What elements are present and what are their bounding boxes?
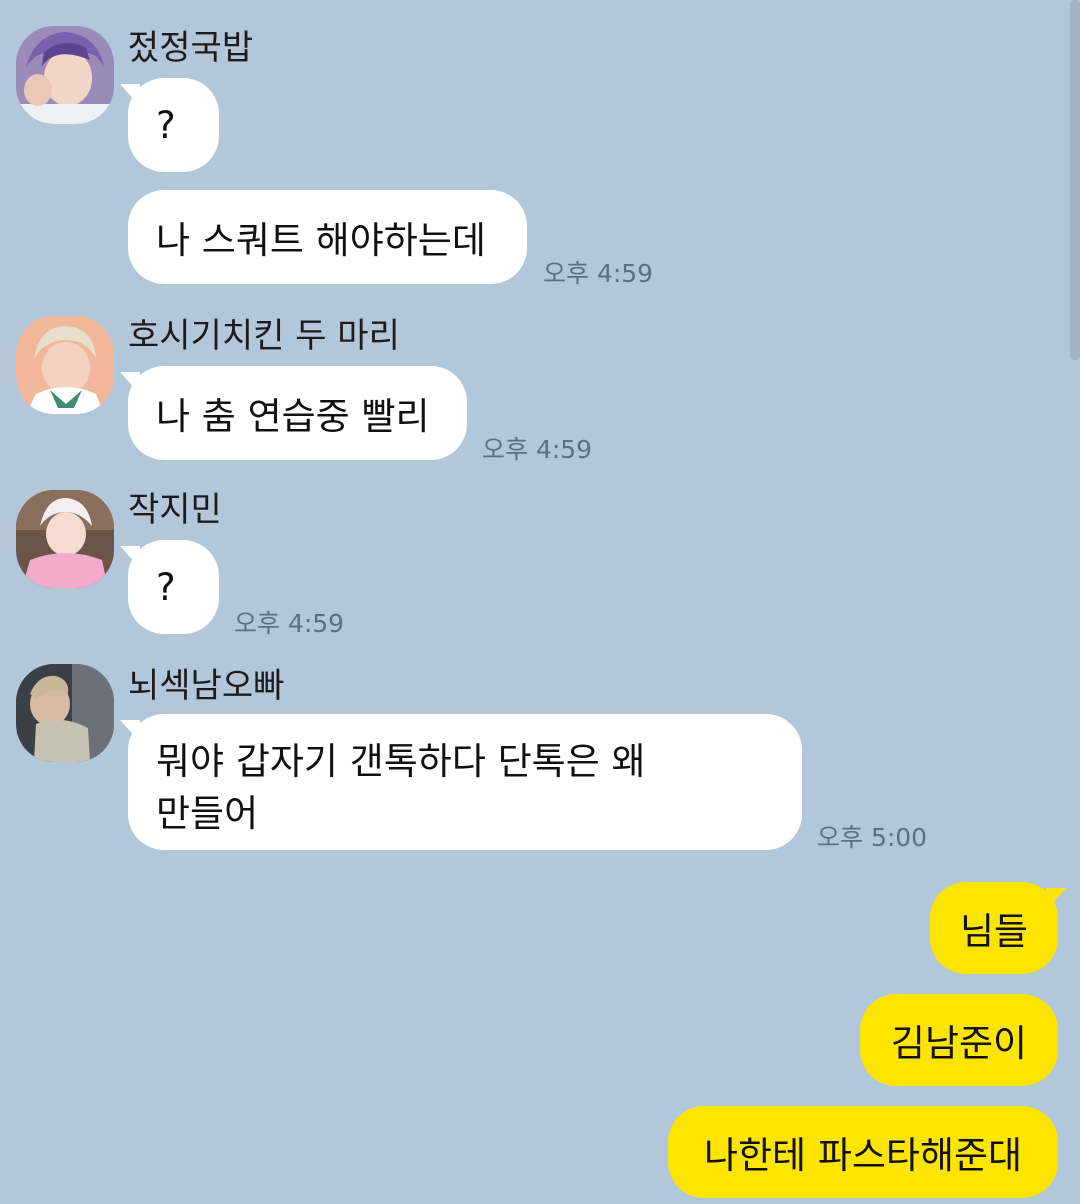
- avatar-jimin[interactable]: [16, 490, 114, 588]
- sender-name: 젔정국밥: [128, 28, 254, 68]
- message-time: 오후 4:59: [234, 609, 345, 638]
- avatar-namjoon[interactable]: [16, 664, 114, 762]
- avatar-jungkook[interactable]: [16, 26, 114, 124]
- message-text-line: 뭐야 갑자기 갠톡하다 단톡은 왜: [156, 740, 646, 783]
- message-bubble[interactable]: ?: [120, 78, 219, 172]
- message-text: ?: [156, 103, 176, 147]
- sender-name: 작지민: [128, 490, 222, 530]
- my-message-bubble[interactable]: 님들: [930, 882, 1066, 974]
- message-text: 나 스쿼트 해야하는데: [156, 219, 486, 262]
- message-bubble[interactable]: 뭐야 갑자기 갠톡하다 단톡은 왜 만들어: [120, 714, 802, 850]
- sender-name: 호시기치킨 두 마리: [128, 316, 400, 356]
- message-text-line: 만들어: [156, 792, 259, 835]
- sender-name: 뇌섹남오빠: [128, 666, 285, 706]
- my-message-bubble[interactable]: 나한테 파스타해준대: [668, 1106, 1058, 1198]
- message-time: 오후 4:59: [482, 435, 593, 464]
- message-bubble[interactable]: ?: [120, 540, 219, 634]
- message-time: 오후 4:59: [543, 259, 654, 288]
- message-time: 오후 5:00: [817, 823, 928, 852]
- message-bubble[interactable]: 나 춤 연습중 빨리: [120, 366, 467, 460]
- message-text: 김남준이: [890, 1022, 1028, 1065]
- avatar-hoseok[interactable]: [16, 316, 114, 414]
- message-bubble[interactable]: 나 스쿼트 해야하는데: [128, 190, 527, 284]
- chat-room: 젔정국밥 ? 나 스쿼트 해야하는데 오후 4:59 호시기치킨 두 마리 나 …: [0, 0, 1080, 1204]
- scrollbar[interactable]: [1070, 0, 1080, 360]
- my-message-bubble[interactable]: 김남준이: [860, 994, 1058, 1086]
- message-text: 나한테 파스타해준대: [703, 1134, 1023, 1177]
- message-text: 님들: [959, 910, 1029, 953]
- message-text: ?: [156, 565, 176, 609]
- message-text: 나 춤 연습중 빨리: [156, 395, 430, 438]
